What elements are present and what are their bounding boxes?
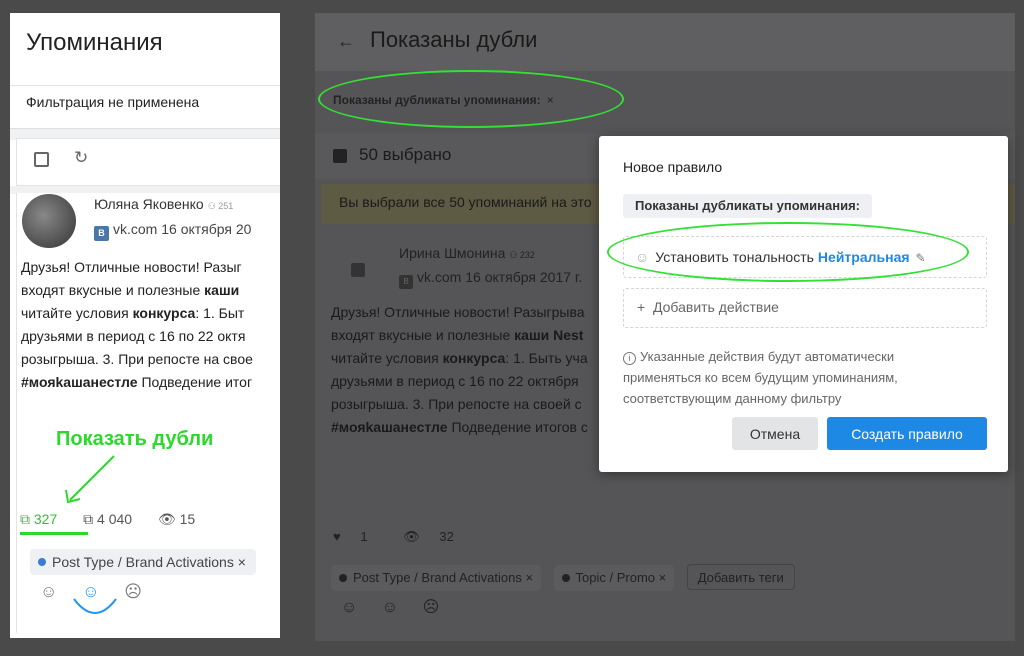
- dialog-title: Новое правило: [623, 159, 723, 175]
- post-source[interactable]: Вvk.com 16 октября 20: [94, 221, 251, 241]
- post-text: Друзья! Отличные новости! Разыг входят в…: [21, 259, 253, 390]
- info-icon: i: [623, 352, 636, 365]
- annotation-ellipse: [607, 222, 969, 282]
- list-toolbar: [16, 138, 280, 186]
- mention-checkbox[interactable]: [351, 263, 365, 277]
- new-rule-dialog: Новое правило Показаны дубликаты упомина…: [599, 136, 1008, 472]
- annotation-ellipse: [318, 70, 624, 128]
- divider: [10, 85, 280, 86]
- tags-row: Post Type / Brand Activations × Topic / …: [331, 564, 795, 591]
- neutral-sentiment-icon[interactable]: ☺: [382, 599, 398, 616]
- copy-icon: ⧉: [20, 511, 30, 527]
- sentiment-selector: ☺ ☺ ☹: [341, 597, 459, 617]
- negative-sentiment-icon[interactable]: ☹: [423, 599, 440, 616]
- refresh-icon[interactable]: ↻: [74, 148, 88, 168]
- annotation-arrow-icon: [65, 455, 115, 504]
- rule-filter-chip: Показаны дубликаты упоминания:: [623, 194, 872, 218]
- views-count: 👁 15: [157, 511, 196, 527]
- positive-sentiment-icon[interactable]: ☺: [40, 582, 57, 601]
- avatar[interactable]: [22, 194, 76, 248]
- author-name[interactable]: Юляна Яковенко ⚇ 251: [94, 196, 233, 212]
- add-tags-button[interactable]: Добавить теги: [686, 564, 795, 590]
- views-count: 👁 32: [403, 529, 454, 544]
- positive-sentiment-icon[interactable]: ☺: [341, 599, 357, 616]
- filter-status: Фильтрация не применена: [26, 94, 200, 110]
- vk-icon: В: [94, 226, 109, 241]
- selected-count: 50 выбрано: [359, 145, 452, 164]
- post-text: Друзья! Отличные новости! Разыгрыва вход…: [331, 304, 588, 435]
- show-duplicates-annotation: Показать дубли: [56, 428, 214, 450]
- followers-count: ⚇ 232: [509, 250, 535, 260]
- vk-icon: В: [399, 275, 413, 289]
- tag-dot-icon: [339, 574, 347, 582]
- duplicates-button[interactable]: ⧉ 327: [20, 511, 57, 527]
- post-stats: ♥ 1 👁 32: [333, 529, 486, 545]
- reposts-count: ⧉ 4 040: [83, 511, 133, 527]
- remove-tag-icon[interactable]: ×: [525, 570, 533, 585]
- remove-tag-icon[interactable]: ×: [659, 570, 667, 585]
- duplicates-title: Показаны дубли: [370, 27, 538, 52]
- annotation-arc: [73, 598, 117, 614]
- create-rule-button[interactable]: Создать правило: [827, 417, 987, 450]
- tag-dot-icon: [561, 574, 570, 582]
- selection-notice-text: Вы выбрали все 50 упоминаний на это: [339, 194, 592, 210]
- author-name[interactable]: Ирина Шмонина ⚇ 232: [399, 245, 535, 261]
- eye-icon: 👁: [157, 511, 176, 527]
- select-all-checkbox[interactable]: [34, 152, 49, 167]
- cancel-button[interactable]: Отмена: [732, 417, 818, 450]
- rule-info: i Указанные действия будут автоматически …: [623, 349, 898, 406]
- remove-tag-icon[interactable]: ×: [238, 554, 246, 570]
- plus-icon: +: [637, 299, 646, 315]
- add-action-button[interactable]: + Добавить действие: [637, 299, 779, 315]
- annotation-underline: [20, 532, 88, 535]
- back-arrow-icon[interactable]: ←: [337, 31, 355, 52]
- page-title: Упоминания: [26, 29, 163, 56]
- tag-chip[interactable]: Post Type / Brand Activations ×: [331, 565, 542, 591]
- copy-icon: ⧉: [83, 511, 94, 527]
- likes-count: ♥ 1: [333, 529, 368, 544]
- eye-icon: 👁: [403, 529, 420, 544]
- tag-dot-icon: [38, 558, 46, 566]
- post-stats: ⧉ 327 ⧉ 4 040 👁 15: [20, 511, 217, 528]
- post-source[interactable]: Вvk.com 16 октября 2017 г.: [399, 269, 582, 289]
- followers-count: ⚇ 251: [207, 201, 234, 211]
- heart-icon: ♥: [333, 529, 341, 544]
- negative-sentiment-icon[interactable]: ☹: [124, 582, 142, 601]
- select-all-checkbox[interactable]: [333, 149, 347, 163]
- tag-chip[interactable]: Post Type / Brand Activations ×: [30, 549, 256, 575]
- tag-chip[interactable]: Topic / Promo ×: [553, 565, 675, 591]
